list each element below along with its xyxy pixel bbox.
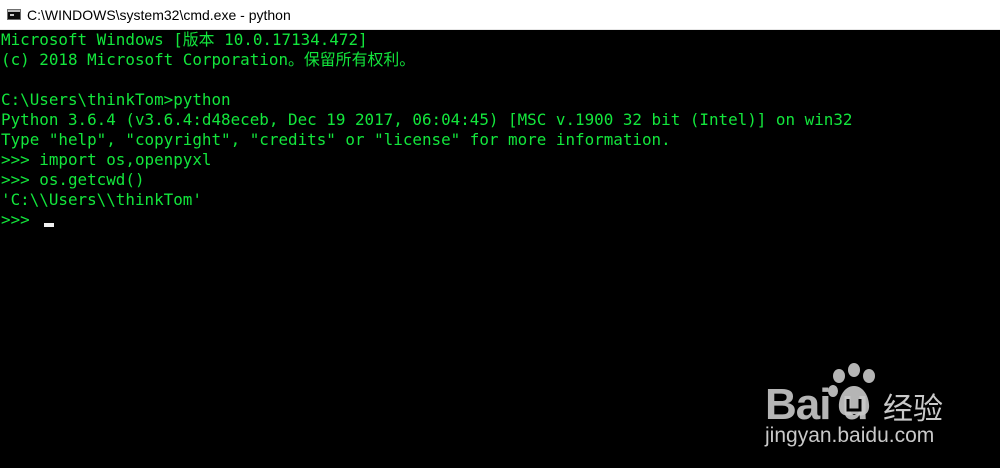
console-line-python-version: Python 3.6.4 (v3.6.4:d48eceb, Dec 19 201… bbox=[1, 110, 853, 129]
console-line-getcwd: >>> os.getcwd() bbox=[1, 170, 145, 189]
console-line-prompt-python: C:\Users\thinkTom>python bbox=[1, 90, 231, 109]
console-line-windows-version: Microsoft Windows [版本 10.0.17134.472] bbox=[1, 30, 368, 49]
console-line-copyright: (c) 2018 Microsoft Corporation。保留所有权利。 bbox=[1, 50, 416, 69]
watermark-url: jingyan.baidu.com bbox=[765, 424, 935, 447]
console-line-output: 'C:\\Users\\thinkTom' bbox=[1, 190, 202, 209]
cmd-window: C:\WINDOWS\system32\cmd.exe - python Mic… bbox=[0, 0, 1000, 468]
console-line-python-help: Type "help", "copyright", "credits" or "… bbox=[1, 130, 671, 149]
cmd-icon bbox=[7, 9, 21, 20]
baidu-jingyan-watermark: Bai u 经验 jingyan.baidu.com bbox=[765, 358, 1000, 468]
console-line-import: >>> import os,openpyxl bbox=[1, 150, 212, 169]
baidu-paw-icon bbox=[828, 363, 875, 416]
console-line-current-prompt[interactable]: >>> bbox=[1, 210, 39, 230]
title-bar[interactable]: C:\WINDOWS\system32\cmd.exe - python bbox=[0, 0, 1000, 30]
window-title: C:\WINDOWS\system32\cmd.exe - python bbox=[27, 6, 291, 23]
text-cursor bbox=[44, 223, 54, 227]
watermark-brand-cn: 经验 bbox=[883, 392, 943, 427]
